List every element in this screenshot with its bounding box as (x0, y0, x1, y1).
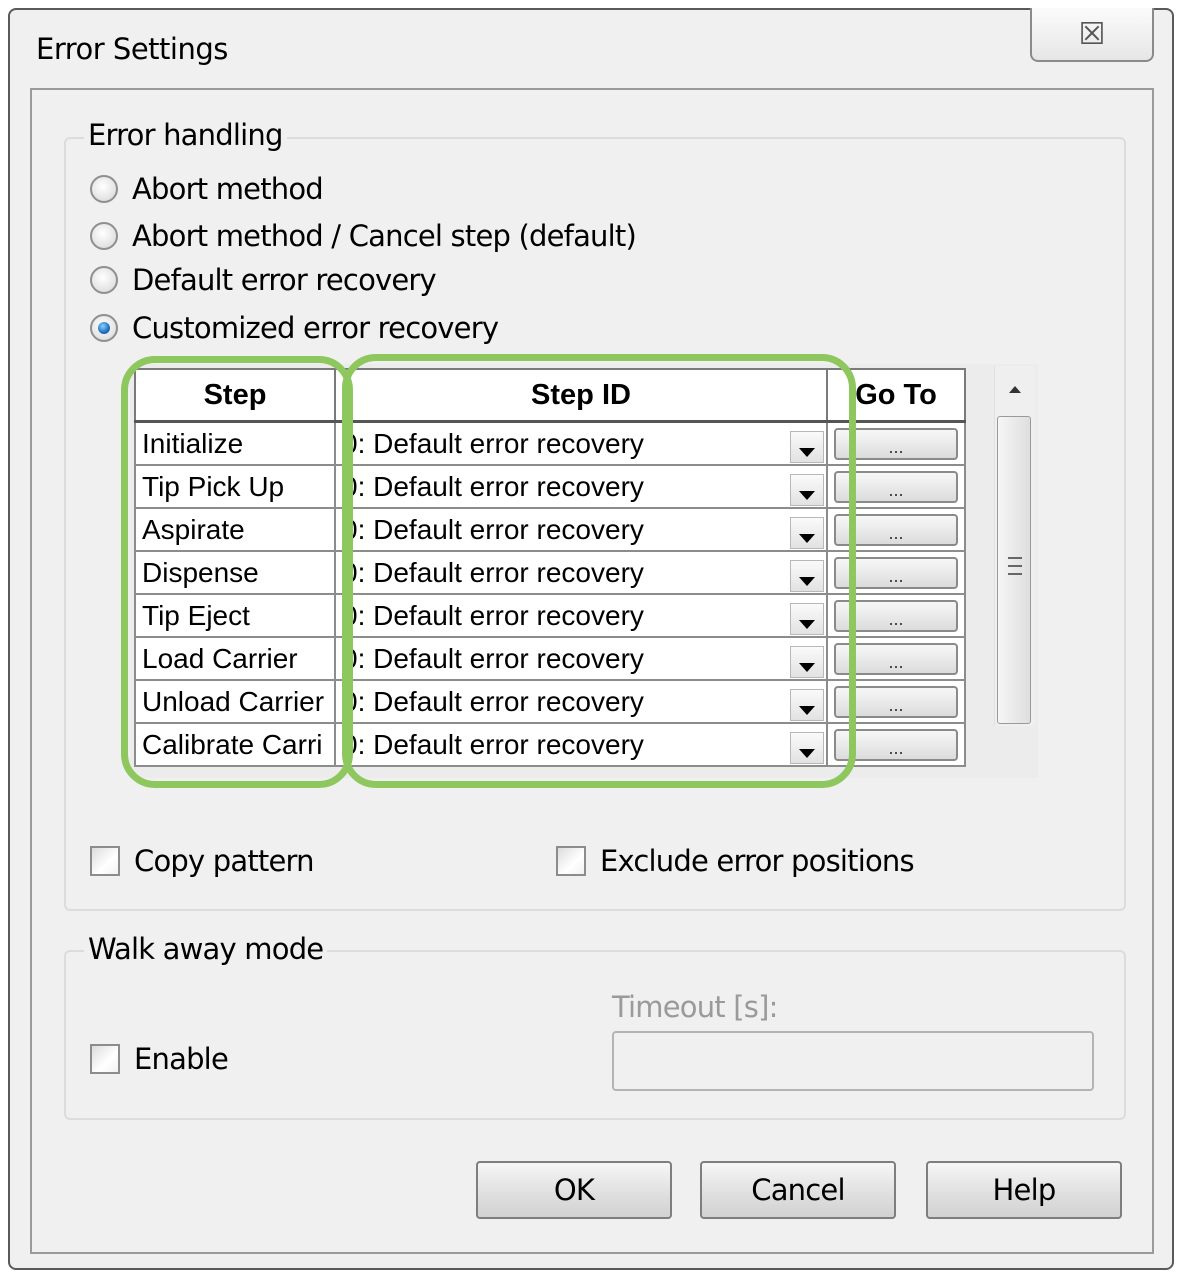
grid-vertical-scrollbar[interactable] (994, 366, 1035, 726)
checkbox[interactable] (556, 846, 586, 876)
radio-label: Customized error recovery (132, 311, 499, 345)
close-icon: ☒ (1078, 16, 1106, 52)
dialog-title: Error Settings (36, 32, 228, 66)
error-handling-label: Error handling (84, 118, 287, 152)
exclude-error-positions-checkbox[interactable]: Exclude error positions (556, 844, 915, 878)
ok-button[interactable]: OK (476, 1161, 672, 1219)
checkbox[interactable] (90, 846, 120, 876)
radio-label: Abort method / Cancel step (default) (132, 219, 637, 253)
timeout-input[interactable] (612, 1031, 1094, 1091)
radio-label: Abort method (132, 172, 324, 206)
scrollbar-thumb[interactable] (997, 416, 1031, 724)
close-button[interactable]: ☒ (1030, 8, 1154, 62)
scroll-up-icon[interactable] (1009, 386, 1021, 393)
radio-customized-error-recovery[interactable]: Customized error recovery (90, 311, 499, 345)
radio-button[interactable] (90, 266, 118, 294)
title-bar: Error Settings ☒ (10, 8, 1172, 92)
radio-button[interactable] (90, 222, 118, 250)
radio-abort-method-cancel-step[interactable]: Abort method / Cancel step (default) (90, 219, 637, 253)
radio-label: Default error recovery (132, 263, 437, 297)
radio-button[interactable] (90, 175, 118, 203)
walk-away-mode-label: Walk away mode (84, 932, 328, 966)
timeout-label: Timeout [s]: (612, 990, 778, 1024)
checkbox[interactable] (90, 1044, 120, 1074)
radio-default-error-recovery[interactable]: Default error recovery (90, 263, 437, 297)
step-id-column-highlight (342, 354, 856, 788)
checkbox-label: Exclude error positions (600, 844, 915, 878)
step-column-highlight (121, 356, 353, 788)
radio-button-selected[interactable] (90, 314, 118, 342)
grip-icon (1008, 557, 1022, 575)
cancel-button[interactable]: Cancel (700, 1161, 896, 1219)
checkbox-label: Enable (134, 1042, 229, 1076)
enable-checkbox[interactable]: Enable (90, 1042, 229, 1076)
radio-abort-method[interactable]: Abort method (90, 172, 324, 206)
help-button[interactable]: Help (926, 1161, 1122, 1219)
copy-pattern-checkbox[interactable]: Copy pattern (90, 844, 315, 878)
checkbox-label: Copy pattern (134, 844, 315, 878)
